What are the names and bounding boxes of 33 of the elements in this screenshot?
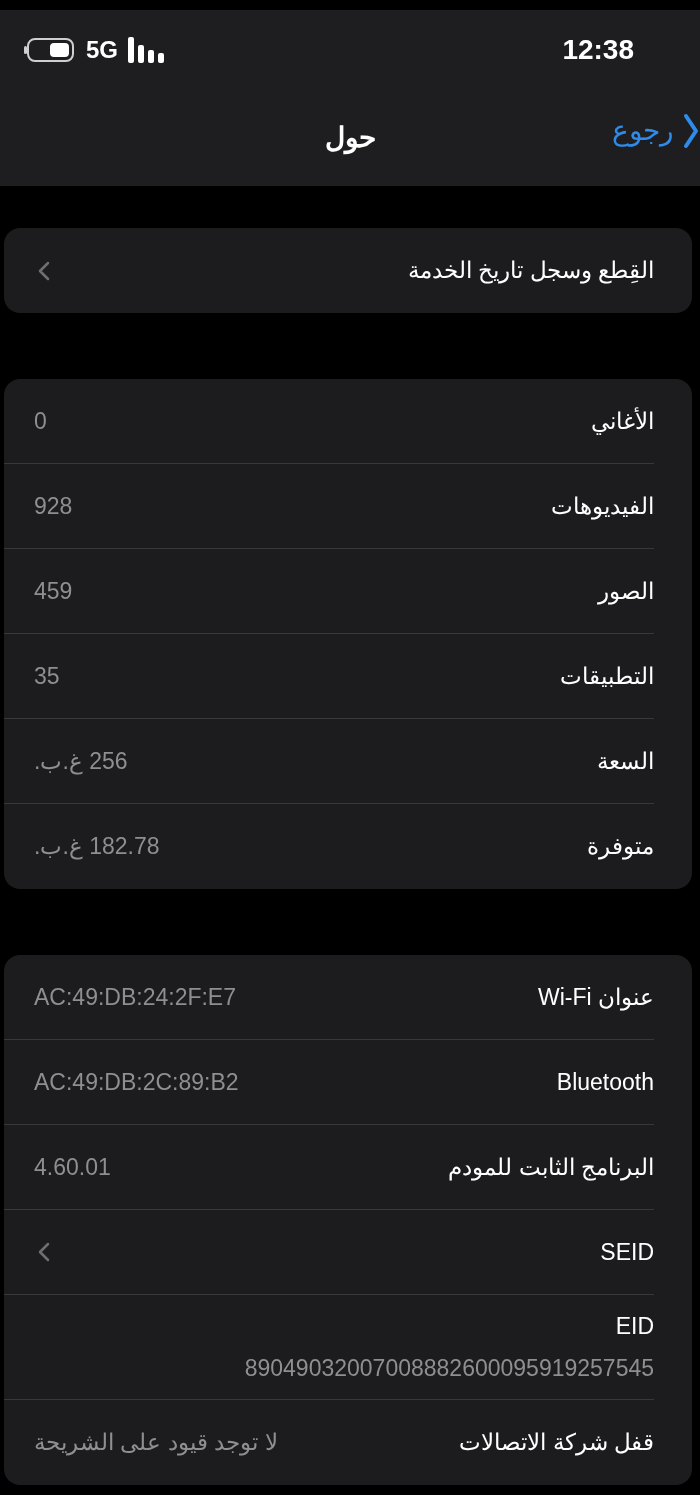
- signal-icon: [128, 37, 166, 63]
- chevron-icon: [682, 113, 700, 149]
- back-button[interactable]: رجوع: [612, 110, 700, 152]
- row-label: Bluetooth: [556, 1067, 654, 1097]
- row-label: الصور: [598, 576, 654, 607]
- row-label: التطبيقات: [560, 661, 654, 691]
- row-label: السعة: [597, 746, 654, 776]
- row-value: 182.78 غ.ب.: [34, 832, 160, 862]
- page-title: حول: [324, 121, 376, 157]
- battery-icon: [24, 37, 76, 63]
- chevron-icon: [38, 260, 50, 281]
- row-value: 0: [34, 406, 47, 436]
- link-row[interactable]: القِطع وسجل تاريخ الخدمة: [4, 228, 654, 313]
- row-label: البرنامج الثابت للمودم: [448, 1152, 654, 1183]
- clock-time: 12:38: [562, 33, 634, 67]
- row-value: 928: [34, 491, 73, 521]
- row-label: عنوان Wi-Fi: [537, 982, 654, 1013]
- link-row[interactable]: SEID: [4, 1210, 654, 1295]
- row-value: 459: [34, 576, 73, 606]
- row-label: الأغاني: [591, 406, 654, 437]
- row-label: الفيديوهات: [551, 491, 654, 522]
- row-value: 4.60.01: [34, 1152, 111, 1182]
- chevron-icon: [38, 1242, 50, 1262]
- row-value: AC:49:DB:2C:89:B2: [34, 1067, 239, 1097]
- row-value: 256 غ.ب.: [34, 746, 128, 777]
- row-value: AC:49:DB:24:2F:E7: [34, 982, 236, 1012]
- row-value: 89049032007008882600095919257545: [244, 1354, 654, 1383]
- row-label: EID: [615, 1311, 654, 1341]
- row-label: متوفرة: [587, 832, 654, 862]
- row-label: قفل شركة الاتصالات: [459, 1428, 654, 1458]
- row-value: لا توجد قيود على الشريحة: [34, 1428, 278, 1458]
- network-type: 5G: [86, 35, 118, 65]
- row-value: 35: [34, 661, 60, 691]
